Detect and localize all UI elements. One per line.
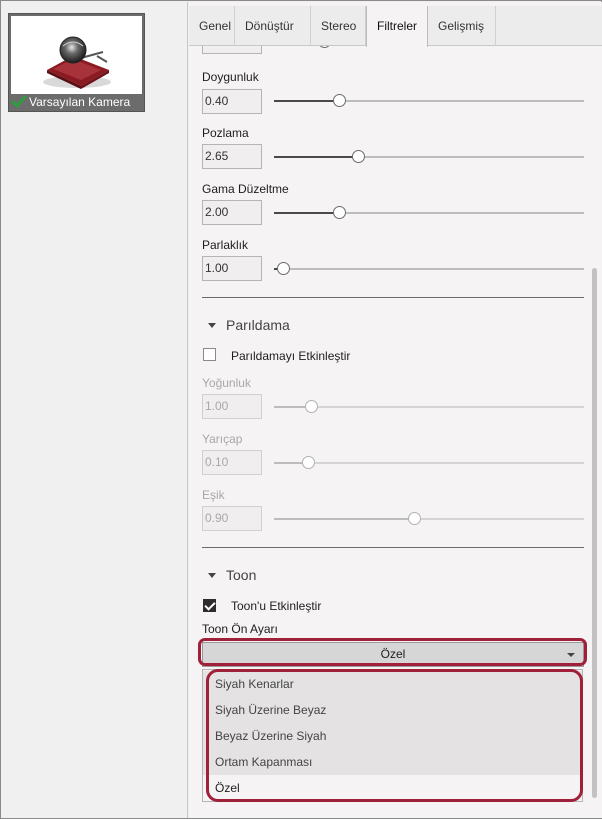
check-icon — [11, 95, 27, 109]
toon-enable-checkbox[interactable] — [203, 599, 216, 612]
list-item[interactable]: Beyaz Üzerine Siyah — [203, 723, 582, 749]
tab-donustur[interactable]: Dönüştür — [235, 6, 311, 46]
list-item[interactable]: Siyah Üzerine Beyaz — [203, 697, 582, 723]
exposure-field[interactable]: 2.65 — [202, 144, 262, 169]
toon-preset-listbox: Siyah Kenarlar Siyah Üzerine Beyaz Beyaz… — [202, 669, 583, 802]
partial-slider[interactable] — [274, 46, 584, 49]
exposure-label: Pozlama — [202, 126, 249, 140]
expand-triangle-icon — [208, 322, 216, 328]
bloom-intensity-label: Yoğunluk — [202, 376, 251, 390]
gamma-field[interactable]: 2.00 — [202, 200, 262, 225]
scrollbar-thumb[interactable] — [592, 268, 597, 798]
gamma-slider[interactable] — [274, 206, 584, 220]
partial-value-field[interactable]: 1.50 — [202, 46, 262, 54]
camera-footer: Varsayılan Kamera — [11, 94, 142, 110]
bloom-intensity-field[interactable]: 1.00 — [202, 394, 262, 419]
gamma-label: Gama Düzeltme — [202, 182, 289, 196]
window-frame: Varsayılan Kamera Genel Dönüştür Stereo … — [0, 0, 602, 819]
tab-bar: Genel Dönüştür Stereo Filtreler Gelişmiş — [189, 6, 602, 47]
list-item[interactable]: Siyah Kenarlar — [203, 671, 582, 697]
brightness-label: Parlaklık — [202, 238, 249, 252]
brightness-field[interactable]: 1.00 — [202, 256, 262, 281]
tab-stereo[interactable]: Stereo — [311, 6, 366, 46]
tab-gelismis[interactable]: Gelişmiş — [428, 6, 496, 46]
toon-header-label: Toon — [226, 567, 257, 583]
saturation-slider[interactable] — [274, 94, 584, 108]
bloom-threshold-label: Eşik — [202, 488, 225, 502]
bloom-enable-label: Parıldamayı Etkinleştir — [231, 349, 351, 363]
toon-section-header[interactable]: Toon — [208, 567, 256, 583]
bloom-radius-field[interactable]: 0.10 — [202, 450, 262, 475]
toon-preset-label: Toon Ön Ayarı — [202, 622, 278, 636]
bloom-radius-label: Yarıçap — [202, 432, 243, 446]
toon-preset-value: Özel — [380, 647, 406, 661]
bloom-section-header[interactable]: Parıldama — [208, 317, 290, 333]
bloom-threshold-slider[interactable] — [274, 512, 584, 526]
list-item-selected[interactable]: Özel — [203, 775, 582, 801]
tab-filtreler[interactable]: Filtreler — [366, 6, 428, 47]
toon-enable-label: Toon'u Etkinleştir — [231, 599, 322, 613]
vertical-scrollbar[interactable] — [590, 46, 598, 802]
camera-card[interactable]: Varsayılan Kamera — [8, 13, 145, 112]
exposure-slider[interactable] — [274, 150, 584, 164]
chevron-down-icon — [567, 653, 575, 657]
toon-preset-dropdown[interactable]: Özel — [202, 642, 584, 667]
camera-list-panel: Varsayılan Kamera — [2, 2, 188, 818]
bloom-threshold-field[interactable]: 0.90 — [202, 506, 262, 531]
bloom-radius-slider[interactable] — [274, 456, 584, 470]
saturation-label: Doygunluk — [202, 70, 259, 84]
bloom-intensity-slider[interactable] — [274, 400, 584, 414]
separator — [202, 547, 584, 548]
separator — [202, 297, 584, 298]
brightness-slider[interactable] — [274, 262, 584, 276]
bloom-enable-checkbox[interactable] — [203, 348, 216, 361]
list-item[interactable]: Ortam Kapanması — [203, 749, 582, 775]
camera-lens-book-icon — [43, 36, 111, 89]
tab-genel[interactable]: Genel — [189, 6, 235, 46]
camera-name: Varsayılan Kamera — [29, 95, 131, 109]
expand-triangle-icon — [208, 572, 216, 578]
bloom-header-label: Parıldama — [226, 317, 290, 333]
saturation-field[interactable]: 0.40 — [202, 89, 262, 114]
camera-thumbnail — [11, 16, 142, 94]
